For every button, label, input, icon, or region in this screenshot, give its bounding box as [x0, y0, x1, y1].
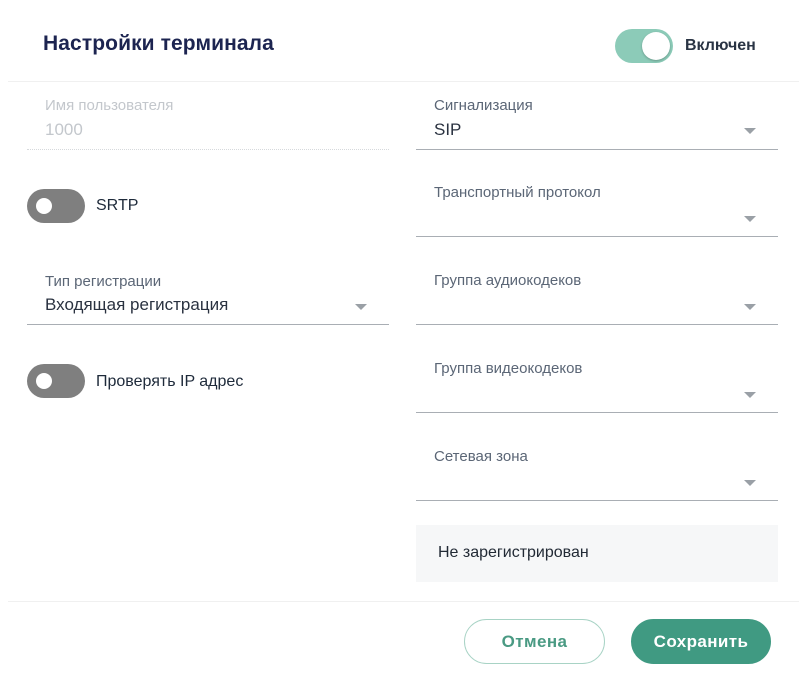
username-label: Имя пользователя [45, 97, 174, 114]
srtp-label: SRTP [96, 197, 139, 214]
enabled-label: Включен [685, 37, 756, 54]
dialog-title: Настройки терминала [43, 32, 274, 55]
header-divider [8, 81, 799, 82]
transport-protocol-label: Транспортный протокол [434, 184, 601, 201]
chevron-down-icon [744, 304, 756, 310]
signaling-select[interactable]: Сигнализация SIP [416, 94, 778, 150]
check-ip-label: Проверять IP адрес [96, 373, 244, 390]
signaling-value: SIP [434, 120, 462, 139]
registration-type-label: Тип регистрации [45, 273, 162, 290]
footer-divider [8, 601, 799, 602]
audio-codecs-select[interactable]: Группа аудиокодеков [416, 269, 778, 325]
registration-type-underline [27, 324, 389, 325]
chevron-down-icon [744, 128, 756, 134]
video-codecs-label: Группа видеокодеков [434, 360, 583, 377]
signaling-underline [416, 149, 778, 150]
registration-status-box: Не зарегистрирован [416, 525, 778, 582]
transport-protocol-select[interactable]: Транспортный протокол [416, 181, 778, 237]
registration-type-select[interactable]: Тип регистрации Входящая регистрация [27, 270, 389, 325]
username-field: Имя пользователя 1000 [27, 94, 389, 150]
chevron-down-icon [355, 304, 367, 310]
save-button[interactable]: Сохранить [631, 619, 771, 664]
username-value: 1000 [45, 120, 83, 139]
signaling-label: Сигнализация [434, 97, 533, 114]
toggle-knob [36, 373, 52, 389]
toggle-knob [36, 198, 52, 214]
srtp-toggle[interactable] [27, 189, 85, 223]
registration-type-value: Входящая регистрация [45, 295, 229, 314]
audio-codecs-label: Группа аудиокодеков [434, 272, 582, 289]
enabled-toggle[interactable] [615, 29, 673, 63]
network-zone-underline [416, 500, 778, 501]
chevron-down-icon [744, 216, 756, 222]
toggle-knob [642, 32, 670, 60]
network-zone-select[interactable]: Сетевая зона [416, 445, 778, 501]
transport-protocol-underline [416, 236, 778, 237]
video-codecs-select[interactable]: Группа видеокодеков [416, 357, 778, 413]
network-zone-label: Сетевая зона [434, 448, 528, 465]
chevron-down-icon [744, 392, 756, 398]
terminal-settings-dialog: Настройки терминала Включен Имя пользова… [0, 0, 811, 692]
cancel-button[interactable]: Отмена [464, 619, 605, 664]
registration-status-text: Не зарегистрирован [438, 544, 589, 561]
audio-codecs-underline [416, 324, 778, 325]
video-codecs-underline [416, 412, 778, 413]
check-ip-toggle[interactable] [27, 364, 85, 398]
chevron-down-icon [744, 480, 756, 486]
username-underline [27, 149, 389, 150]
